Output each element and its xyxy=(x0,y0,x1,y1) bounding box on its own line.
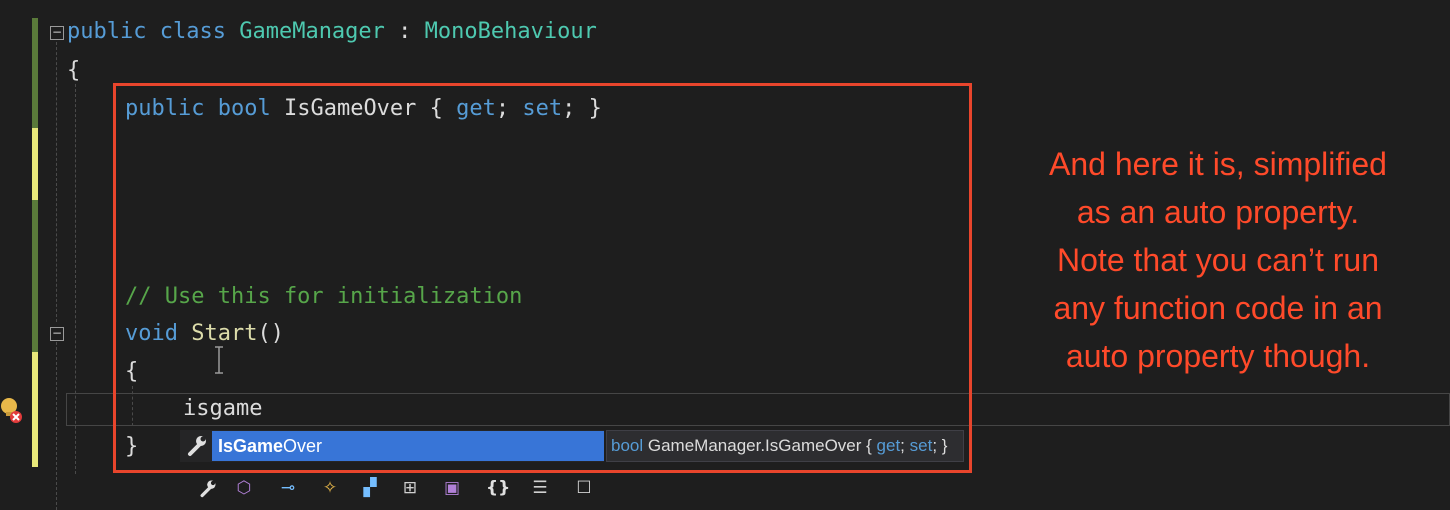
structure-icon[interactable]: ▞ xyxy=(358,474,382,502)
keyword: class xyxy=(159,19,226,44)
keyword: public xyxy=(67,19,147,44)
blank-box-icon[interactable]: ☐ xyxy=(572,474,596,502)
punctuation: : xyxy=(384,19,425,44)
change-bar-edited xyxy=(32,128,38,200)
highlight-box xyxy=(113,83,972,473)
class-icon[interactable]: ✧ xyxy=(318,474,342,502)
indent-guide xyxy=(56,42,57,322)
indent-guide xyxy=(56,342,57,510)
class-name: GameManager xyxy=(239,19,385,44)
change-bar-saved xyxy=(32,18,38,128)
code-line-open-brace[interactable]: { xyxy=(67,56,80,86)
caption-line: any function code in an xyxy=(1053,290,1383,326)
braces-icon[interactable]: {} xyxy=(486,474,510,502)
code-line-class[interactable]: public class GameManager : MonoBehaviour xyxy=(67,17,597,47)
cube-icon[interactable]: ⬡ xyxy=(232,474,256,502)
lightbulb-error-icon[interactable] xyxy=(0,395,22,425)
collapse-toggle-start[interactable]: − xyxy=(50,327,64,341)
wrench-icon[interactable] xyxy=(196,474,220,502)
base-class-name: MonoBehaviour xyxy=(424,19,597,44)
brace: { xyxy=(67,58,81,83)
key-link-icon[interactable]: ⊸ xyxy=(276,474,300,502)
collapse-toggle-class[interactable]: − xyxy=(50,26,64,40)
caption-line: as an auto property. xyxy=(1076,194,1360,230)
caption-line: auto property though. xyxy=(1065,338,1371,374)
tutorial-caption: And here it is, simplified as an auto pr… xyxy=(988,140,1448,380)
snippet-icon[interactable]: ☰ xyxy=(528,474,552,502)
change-bar-saved xyxy=(32,200,38,352)
caption-line: Note that you can’t run xyxy=(1057,242,1379,278)
change-bar-edited xyxy=(32,352,38,467)
caption-line: And here it is, simplified xyxy=(1049,146,1387,182)
briefcase-icon[interactable]: ▣ xyxy=(440,474,464,502)
namespace-icon[interactable]: ⊞ xyxy=(398,474,422,502)
